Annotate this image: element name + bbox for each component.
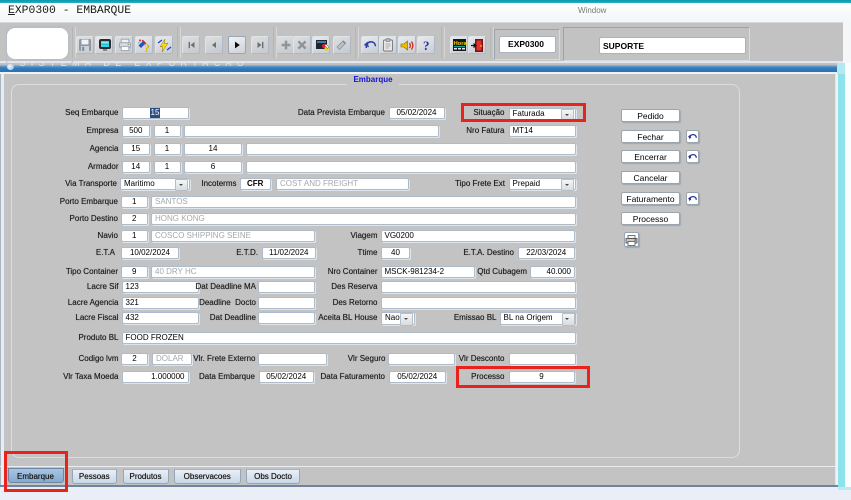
- svg-text:?: ?: [423, 38, 430, 52]
- svg-text:Hora: Hora: [454, 41, 468, 47]
- svg-text:?: ?: [144, 41, 150, 53]
